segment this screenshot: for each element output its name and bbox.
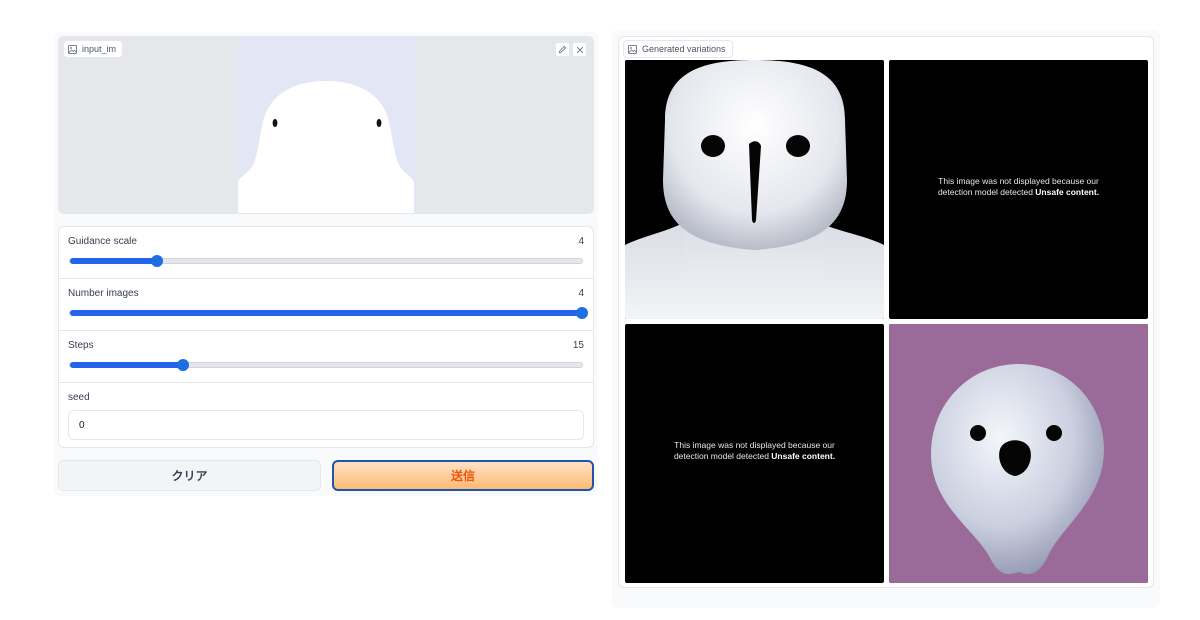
steps-value[interactable]: 15	[573, 340, 584, 351]
unsafe-notice-strong: Unsafe content.	[771, 451, 836, 461]
steps-thumb[interactable]	[176, 359, 189, 371]
unsafe-notice-line1: This image was not displayed because our	[938, 176, 1099, 186]
guidance-scale-slider[interactable]	[69, 255, 583, 267]
edit-button[interactable]	[555, 42, 570, 57]
image-icon	[68, 44, 77, 54]
input-column: input_im Guidance scale 4 Number images …	[54, 32, 598, 496]
seed-label: seed	[68, 392, 90, 403]
generated-gallery: Generated variations This image was not …	[618, 36, 1154, 588]
unsafe-notice-line1: This image was not displayed because our	[674, 440, 835, 450]
image-icon	[628, 44, 637, 54]
ghost-drawing	[238, 37, 416, 213]
steps-label: Steps	[68, 340, 94, 351]
number-images-thumb[interactable]	[576, 307, 588, 319]
guidance-scale-row: Guidance scale 4	[59, 227, 593, 279]
input-image-label: input_im	[63, 40, 124, 58]
gallery-image-2[interactable]: This image was not displayed because our…	[889, 60, 1148, 319]
unsafe-content-notice: This image was not displayed because our…	[889, 176, 1148, 198]
steps-row: Steps 15	[59, 331, 593, 383]
clear-image-button[interactable]	[572, 42, 587, 57]
settings-panel: Guidance scale 4 Number images 4 Steps 1…	[58, 226, 594, 448]
guidance-scale-label: Guidance scale	[68, 236, 137, 247]
gallery-image-4[interactable]	[889, 324, 1148, 583]
output-column: Generated variations This image was not …	[612, 30, 1160, 608]
number-images-row: Number images 4	[59, 279, 593, 331]
clear-button[interactable]: クリア	[58, 460, 321, 491]
unsafe-notice-line2: detection model detected	[937, 187, 1033, 197]
gallery-image-1[interactable]	[625, 60, 884, 319]
gallery-image-3[interactable]: This image was not displayed because our…	[625, 324, 884, 583]
guidance-scale-fill	[70, 258, 157, 264]
gallery-label: Generated variations	[623, 40, 733, 58]
pencil-icon	[558, 45, 567, 54]
input-image-label-text: input_im	[82, 44, 117, 54]
guidance-scale-thumb[interactable]	[150, 255, 163, 267]
steps-fill	[70, 362, 183, 368]
purple-ghost-image	[889, 324, 1148, 583]
number-images-slider[interactable]	[69, 307, 588, 319]
seed-input[interactable]	[68, 410, 584, 440]
seed-row: seed	[59, 383, 593, 447]
input-image-panel[interactable]: input_im	[58, 36, 594, 214]
input-image	[238, 37, 416, 213]
unsafe-content-notice: This image was not displayed because our…	[625, 440, 884, 462]
close-icon	[576, 46, 583, 53]
steps-slider[interactable]	[69, 359, 583, 371]
number-images-value[interactable]: 4	[578, 288, 584, 299]
unsafe-notice-strong: Unsafe content.	[1035, 187, 1100, 197]
guidance-scale-value[interactable]: 4	[578, 236, 584, 247]
number-images-fill	[70, 310, 582, 316]
ghost-face-image	[625, 60, 884, 319]
submit-button[interactable]: 送信	[332, 460, 594, 491]
number-images-label: Number images	[68, 288, 139, 299]
gallery-label-text: Generated variations	[642, 44, 726, 54]
unsafe-notice-line2: detection model detected	[673, 451, 769, 461]
